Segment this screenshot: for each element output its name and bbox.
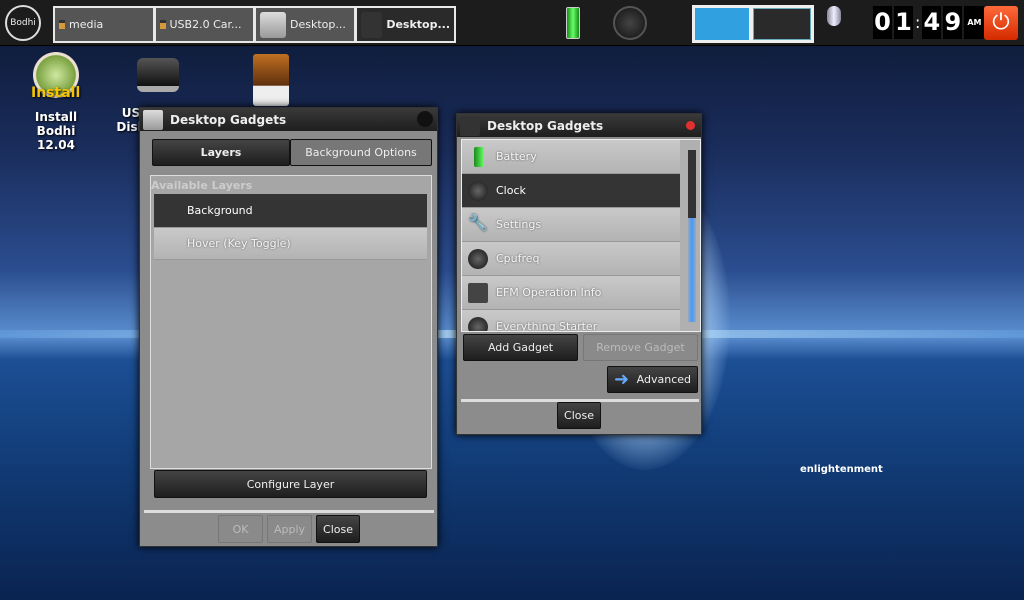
gadget-item-everything[interactable]: Everything Starter [462, 310, 680, 332]
advanced-label: Advanced [636, 373, 691, 386]
drive-icon [159, 20, 166, 29]
tab-background-options[interactable]: Background Options [290, 139, 432, 166]
pager [692, 5, 814, 43]
microphone-icon[interactable] [827, 6, 843, 40]
gadget-item-cpufreq[interactable]: Cpufreq [462, 242, 680, 276]
battery-icon [474, 147, 484, 167]
power-button[interactable]: ⏻ [984, 6, 1018, 40]
layers-list: Available Layers Background Hover (Key T… [150, 175, 432, 469]
desktop-gadgets-window: Desktop Gadgets Battery Clock 🔧 Settings … [456, 113, 702, 435]
battery-icon[interactable] [566, 7, 580, 39]
gadget-label: Everything Starter [496, 320, 598, 332]
close-window-icon[interactable] [417, 111, 433, 127]
cpufreq-gauge-icon[interactable] [613, 6, 647, 40]
advanced-button[interactable]: ➜ Advanced [607, 366, 698, 393]
layer-item-background[interactable]: Background [154, 194, 427, 228]
gadget-label: Cpufreq [496, 252, 540, 265]
task-label: USB2.0 Car... [169, 18, 242, 31]
gadget-label: Settings [496, 218, 542, 231]
install-logo-text: Install [31, 85, 81, 101]
desktop-2[interactable] [753, 8, 811, 40]
gadget-list: Battery Clock 🔧 Settings Cpufreq EFM Oper… [461, 139, 701, 332]
grid-icon [460, 116, 480, 136]
configure-layer-button[interactable]: Configure Layer [154, 470, 427, 498]
close-button[interactable]: Close [557, 402, 601, 429]
sdcard-icon[interactable] [253, 54, 289, 106]
layer-label: Hover (Key Toggle) [187, 237, 291, 250]
window-title: Desktop Gadgets [487, 118, 604, 133]
everything-icon [468, 317, 488, 331]
ok-button[interactable]: OK [218, 515, 263, 543]
leaf-icon: Install [31, 52, 81, 101]
task-label: Desktop... [386, 18, 450, 31]
clock-digit: 4 [922, 6, 942, 39]
gadgets-icon [143, 110, 163, 130]
add-gadget-button[interactable]: Add Gadget [463, 334, 578, 361]
layer-label: Background [187, 204, 253, 217]
start-button[interactable]: Bodhi [5, 5, 41, 41]
close-window-icon[interactable] [686, 121, 695, 130]
gauge-icon [468, 249, 488, 269]
drive-icon [59, 20, 65, 29]
window-titlebar[interactable]: Desktop Gadgets [457, 114, 701, 137]
gadget-item-battery[interactable]: Battery [462, 140, 680, 174]
window-titlebar[interactable]: Desktop Gadgets [140, 108, 437, 131]
drive-icon [137, 58, 179, 92]
desktop-gadgets-layers-window: Desktop Gadgets Layers Background Option… [139, 107, 438, 547]
clock-ampm: AM [964, 6, 985, 39]
taskbar: media USB2.0 Car... Desktop... Desktop..… [53, 6, 456, 43]
folder-icon [468, 283, 488, 303]
divider [144, 510, 434, 513]
gadget-label: Battery [496, 150, 537, 163]
clock-digit: 0 [873, 6, 892, 39]
scrollbar[interactable] [688, 150, 696, 322]
clock-digit: 1 [894, 6, 913, 39]
scrollbar-thumb[interactable] [688, 150, 696, 218]
desktop-icon-install[interactable]: Install Install Bodhi 12.04 [10, 52, 102, 152]
task-desktop-gadgets-2[interactable]: Desktop... [356, 8, 454, 41]
gadget-label: EFM Operation Info [496, 286, 602, 299]
clock-icon [468, 181, 488, 201]
clock[interactable]: 0 1 : 4 9 AM [873, 6, 985, 39]
arrow-right-icon: ➜ [614, 369, 630, 390]
gadgets-icon [260, 11, 286, 38]
top-panel: Bodhi media USB2.0 Car... Desktop... Des… [0, 0, 1024, 46]
enlightenment-logo: enlightenment [800, 464, 883, 475]
icon-label: Install Bodhi 12.04 [34, 110, 78, 152]
gadget-item-clock[interactable]: Clock [462, 174, 680, 208]
layer-item-hover[interactable]: Hover (Key Toggle) [154, 228, 427, 260]
remove-gadget-button[interactable]: Remove Gadget [583, 334, 698, 361]
task-desktop-gadgets-1[interactable]: Desktop... [256, 8, 354, 41]
grid-icon [360, 11, 383, 38]
window-title: Desktop Gadgets [170, 112, 287, 127]
apply-button[interactable]: Apply [267, 515, 312, 543]
task-label: Desktop... [290, 18, 346, 31]
gadget-label: Clock [496, 184, 526, 197]
list-header: Available Layers [151, 179, 253, 192]
clock-separator: : [915, 13, 921, 32]
clock-digit: 9 [943, 6, 963, 39]
wrench-icon: 🔧 [468, 213, 488, 232]
task-media[interactable]: media [55, 8, 153, 41]
gadget-item-settings[interactable]: 🔧 Settings [462, 208, 680, 242]
task-usb[interactable]: USB2.0 Car... [155, 8, 253, 41]
tab-layers[interactable]: Layers [152, 139, 290, 166]
task-label: media [69, 18, 104, 31]
close-button[interactable]: Close [316, 515, 360, 543]
desktop-1[interactable] [695, 8, 749, 40]
gadget-item-efm[interactable]: EFM Operation Info [462, 276, 680, 310]
